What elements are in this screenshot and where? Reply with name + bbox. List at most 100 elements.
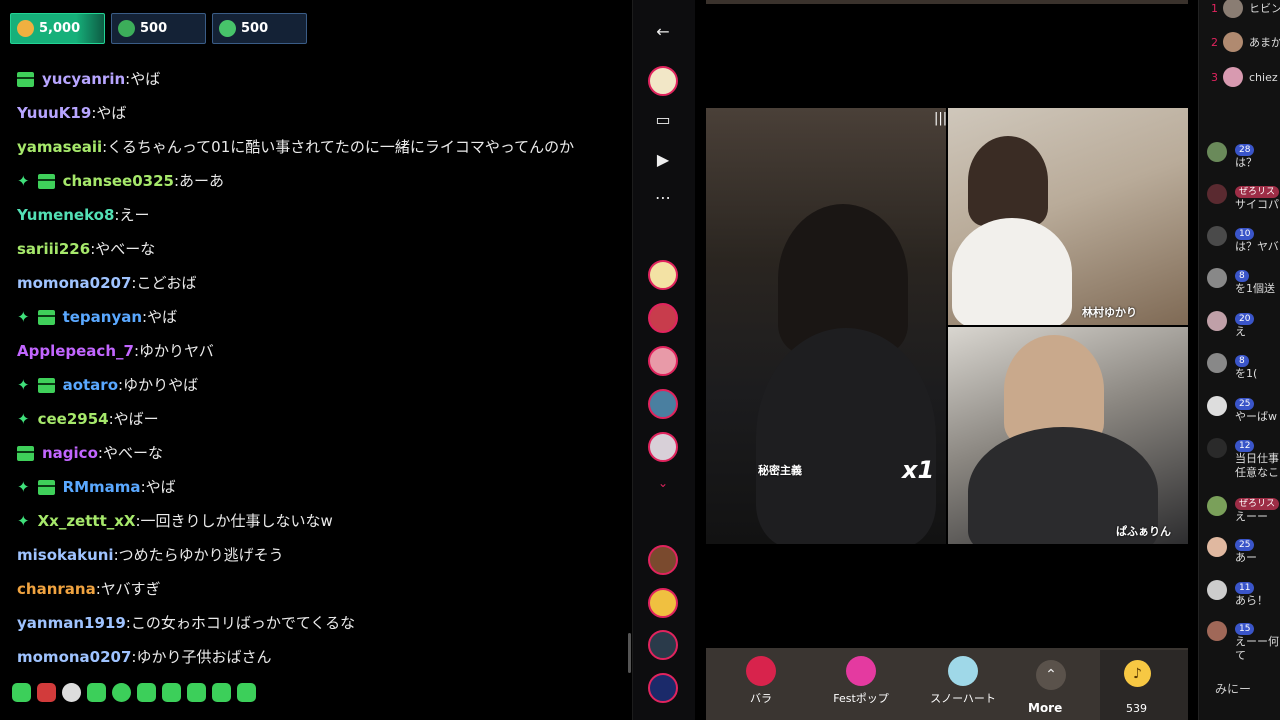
chat-username[interactable]: yanman1919: [17, 609, 126, 637]
coin-balance[interactable]: ♪ 539: [1100, 650, 1188, 720]
live-comment[interactable]: 8 を1個送: [1207, 268, 1275, 296]
live-comment[interactable]: 8 を1(: [1207, 353, 1257, 381]
comment-input-hint[interactable]: みにー: [1215, 680, 1251, 697]
chat-username[interactable]: chansee0325: [63, 167, 174, 195]
guest-video-bottom[interactable]: ぱふぁりん: [948, 327, 1188, 544]
chat-username[interactable]: Applepeach_7: [17, 337, 134, 365]
chat-username[interactable]: tepanyan: [63, 303, 142, 331]
level-badge: 8: [1235, 270, 1249, 282]
avatar: [1207, 226, 1227, 246]
chat-username[interactable]: aotaro: [63, 371, 118, 399]
live-comment[interactable]: ぜろリス えーー: [1207, 496, 1280, 524]
avatar: [1207, 580, 1227, 600]
badge-500-b[interactable]: 500: [212, 13, 307, 44]
emote-icon[interactable]: [237, 683, 256, 702]
badge-500-a[interactable]: 500: [111, 13, 206, 44]
chat-username[interactable]: momona0207: [17, 643, 131, 671]
live-avatar[interactable]: [648, 303, 678, 333]
chat-message: Applepeach_7: ゆかりヤバ: [17, 334, 627, 368]
chat-username[interactable]: chanrana: [17, 575, 96, 603]
comment-body: 20 え: [1235, 311, 1255, 339]
rose-icon: [746, 656, 776, 686]
comment-body: 28 は？: [1235, 142, 1257, 170]
guest-top-label: 林村ゆかり: [1082, 306, 1137, 319]
chevron-up-icon[interactable]: ⌃: [1036, 660, 1066, 690]
news-avatar[interactable]: [648, 673, 678, 703]
rank-row[interactable]: 2 あまか: [1211, 31, 1280, 53]
live-comment[interactable]: 28 は？: [1207, 142, 1257, 170]
chat-username[interactable]: Xx_zettt_xX: [38, 507, 136, 535]
gift-label: バラ: [750, 692, 772, 705]
live-comment[interactable]: 20 え: [1207, 311, 1255, 339]
guest-head: [968, 136, 1048, 226]
level-badge: 12: [1235, 440, 1255, 452]
gift-fest-pop[interactable]: Festポップ: [826, 654, 896, 706]
emote-icon[interactable]: [212, 683, 231, 702]
chat-message: Yumeneko8: えー: [17, 198, 627, 232]
chat-username[interactable]: nagico: [42, 439, 98, 467]
live-comment[interactable]: 25 あー: [1207, 537, 1257, 565]
emote-icon[interactable]: [162, 683, 181, 702]
gift-icon: [37, 377, 55, 393]
chat-username[interactable]: RMmama: [63, 473, 141, 501]
live-avatar[interactable]: [648, 588, 678, 618]
rank-row[interactable]: 3 chiez: [1211, 66, 1278, 88]
live-comment[interactable]: 25 やーばw: [1207, 396, 1277, 424]
frog-icon: [219, 20, 236, 37]
guest-video-top[interactable]: 林村ゆかり: [948, 108, 1188, 325]
live-avatar[interactable]: [648, 346, 678, 376]
live-comment[interactable]: 12 当日仕事 任意なこ: [1207, 438, 1280, 480]
chat-username[interactable]: cee2954: [38, 405, 109, 433]
badge-5000[interactable]: 5,000: [10, 13, 105, 44]
gift-snow-heart[interactable]: スノーハート: [928, 654, 998, 706]
chat-username[interactable]: Yumeneko8: [17, 201, 114, 229]
live-comment[interactable]: ぜろリス サイコパ: [1207, 184, 1280, 212]
video-camera-icon[interactable]: ▭: [650, 106, 676, 132]
live-comment[interactable]: 10 は？ヤバ: [1207, 226, 1279, 254]
avatar: [1207, 396, 1227, 416]
chat-username[interactable]: YuuuK19: [17, 99, 91, 127]
live-comment[interactable]: 15 えーー何 て: [1207, 621, 1280, 663]
play-icon[interactable]: ▶: [650, 146, 676, 172]
chat-username[interactable]: yucyanrin: [42, 65, 125, 93]
live-avatar[interactable]: [648, 260, 678, 290]
chat-message: ✦ cee2954: やばー: [17, 402, 627, 436]
back-arrow-icon[interactable]: ←: [650, 18, 676, 44]
gift-multiplier: x1: [902, 456, 935, 484]
emote-icon[interactable]: [112, 683, 131, 702]
fest-pop-icon: [846, 656, 876, 686]
chat-username[interactable]: sariii226: [17, 235, 90, 263]
chat-message: chanrana: ヤバすぎ: [17, 572, 627, 606]
emote-icon[interactable]: [12, 683, 31, 702]
gift-rose[interactable]: バラ: [726, 654, 796, 706]
chat-scrollbar[interactable]: [628, 633, 631, 673]
more-button[interactable]: More: [1028, 701, 1062, 715]
avatar: [1223, 67, 1243, 87]
chevron-down-icon[interactable]: ⌄: [650, 470, 676, 496]
emote-icon[interactable]: [137, 683, 156, 702]
comment-body: 25 やーばw: [1235, 396, 1277, 424]
emote-icon[interactable]: [37, 683, 56, 702]
chat-username[interactable]: momona0207: [17, 269, 131, 297]
live-avatar[interactable]: [648, 545, 678, 575]
chat-username[interactable]: misokakuni: [17, 541, 114, 569]
live-avatar[interactable]: [648, 630, 678, 660]
audio-icon[interactable]: |||: [934, 111, 947, 126]
rank-row[interactable]: 1 ヒビン: [1211, 0, 1280, 19]
channel-avatar[interactable]: [648, 66, 678, 96]
main-video[interactable]: 秘密主義 x1: [706, 108, 946, 544]
level-badge: 28: [1235, 144, 1255, 156]
live-avatar[interactable]: [648, 389, 678, 419]
chat-username[interactable]: yamaseaii: [17, 133, 102, 161]
level-badge: 25: [1235, 539, 1255, 551]
emote-icon[interactable]: [62, 683, 81, 702]
comment-text: え: [1235, 325, 1246, 338]
live-avatar[interactable]: [648, 432, 678, 462]
live-comment[interactable]: 11 あら！: [1207, 580, 1268, 608]
comment-text: えーー何 て: [1235, 635, 1279, 662]
emote-icon[interactable]: [187, 683, 206, 702]
emote-icon[interactable]: [87, 683, 106, 702]
chat-message: ✦ chansee0325: あーあ: [17, 164, 627, 198]
more-dots-icon[interactable]: ⋯: [650, 184, 676, 210]
badge-value: 5,000: [39, 21, 81, 36]
